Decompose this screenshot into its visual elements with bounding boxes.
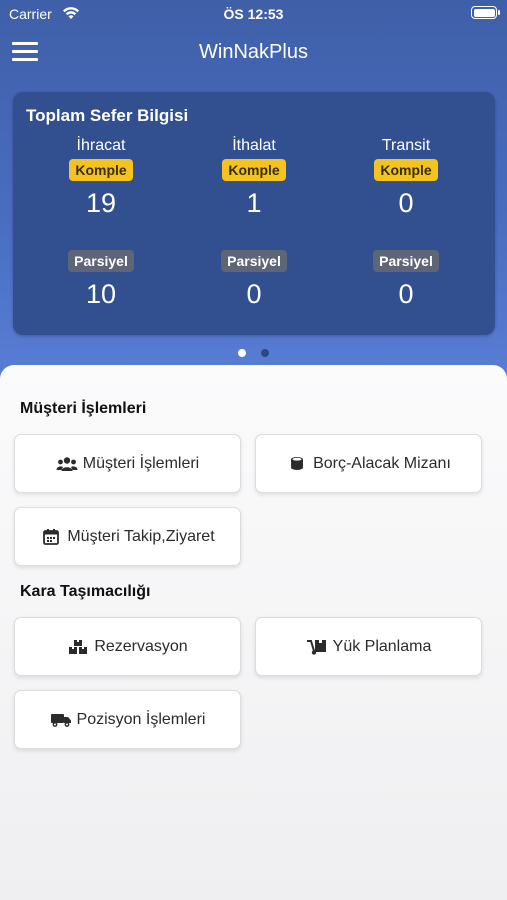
status-bar: Carrier ÖS 12:53 <box>0 0 507 28</box>
button-label: Pozisyon İşlemleri <box>76 710 206 728</box>
page-dot[interactable] <box>260 349 269 357</box>
parsiyel-count: 0 <box>246 279 262 309</box>
column-export: İhracat Komple 19 <box>36 137 166 221</box>
button-label: Borç-Alacak Mizanı <box>313 454 451 472</box>
page-indicator[interactable] <box>0 344 507 362</box>
column-transit: Transit Komple 0 <box>341 137 471 221</box>
navigation-bar: WinNakPlus <box>0 30 507 76</box>
section-title-transport: Kara Taşımacılığı <box>20 583 151 600</box>
column-label: İhracat <box>76 137 126 154</box>
debt-credit-balance-button[interactable]: Borç-Alacak Mizanı <box>255 434 482 493</box>
coins-icon <box>286 456 308 472</box>
button-label: Müşteri İşlemleri <box>82 454 200 472</box>
komple-count: 1 <box>246 188 262 218</box>
section-title-customer: Müşteri İşlemleri <box>20 400 147 417</box>
users-icon <box>56 456 78 472</box>
dolly-icon <box>306 639 328 655</box>
page-dot-active[interactable] <box>238 349 247 357</box>
komple-badge: Komple <box>222 159 286 181</box>
parsiyel-count: 10 <box>85 279 117 309</box>
truck-icon <box>50 712 72 728</box>
parsiyel-badge: Parsiyel <box>68 250 134 272</box>
customer-tracking-visit-button[interactable]: Müşteri Takip,Ziyaret <box>14 507 241 566</box>
trip-summary-card[interactable]: Toplam Sefer Bilgisi İhracat Komple 19 İ… <box>13 92 495 335</box>
boxes-icon <box>67 639 89 655</box>
parsiyel-badge: Parsiyel <box>373 250 439 272</box>
summary-title: Toplam Sefer Bilgisi <box>26 106 189 125</box>
transit-parsiyel: Parsiyel 0 <box>341 250 471 312</box>
load-planning-button[interactable]: Yük Planlama <box>255 617 482 676</box>
column-label: İthalat <box>232 137 276 154</box>
column-label: Transit <box>381 137 431 154</box>
komple-count: 0 <box>398 188 414 218</box>
komple-badge: Komple <box>374 159 438 181</box>
position-operations-button[interactable]: Pozisyon İşlemleri <box>14 690 241 749</box>
parsiyel-badge: Parsiyel <box>221 250 287 272</box>
import-parsiyel: Parsiyel 0 <box>189 250 319 312</box>
reservation-button[interactable]: Rezervasyon <box>14 617 241 676</box>
battery-icon <box>471 6 500 19</box>
app-title: WinNakPlus <box>199 41 308 63</box>
button-label: Müşteri Takip,Ziyaret <box>67 527 215 545</box>
button-label: Yük Planlama <box>332 637 432 655</box>
menu-panel: Müşteri İşlemleri Müşteri İşlemleri Borç… <box>0 365 507 900</box>
export-parsiyel: Parsiyel 10 <box>36 250 166 312</box>
column-import: İthalat Komple 1 <box>189 137 319 221</box>
button-label: Rezervasyon <box>94 637 188 655</box>
clock: ÖS 12:53 <box>223 6 284 22</box>
komple-badge: Komple <box>69 159 133 181</box>
parsiyel-count: 0 <box>398 279 414 309</box>
calendar-icon <box>40 528 62 545</box>
komple-count: 19 <box>85 188 117 218</box>
customer-operations-button[interactable]: Müşteri İşlemleri <box>14 434 241 493</box>
